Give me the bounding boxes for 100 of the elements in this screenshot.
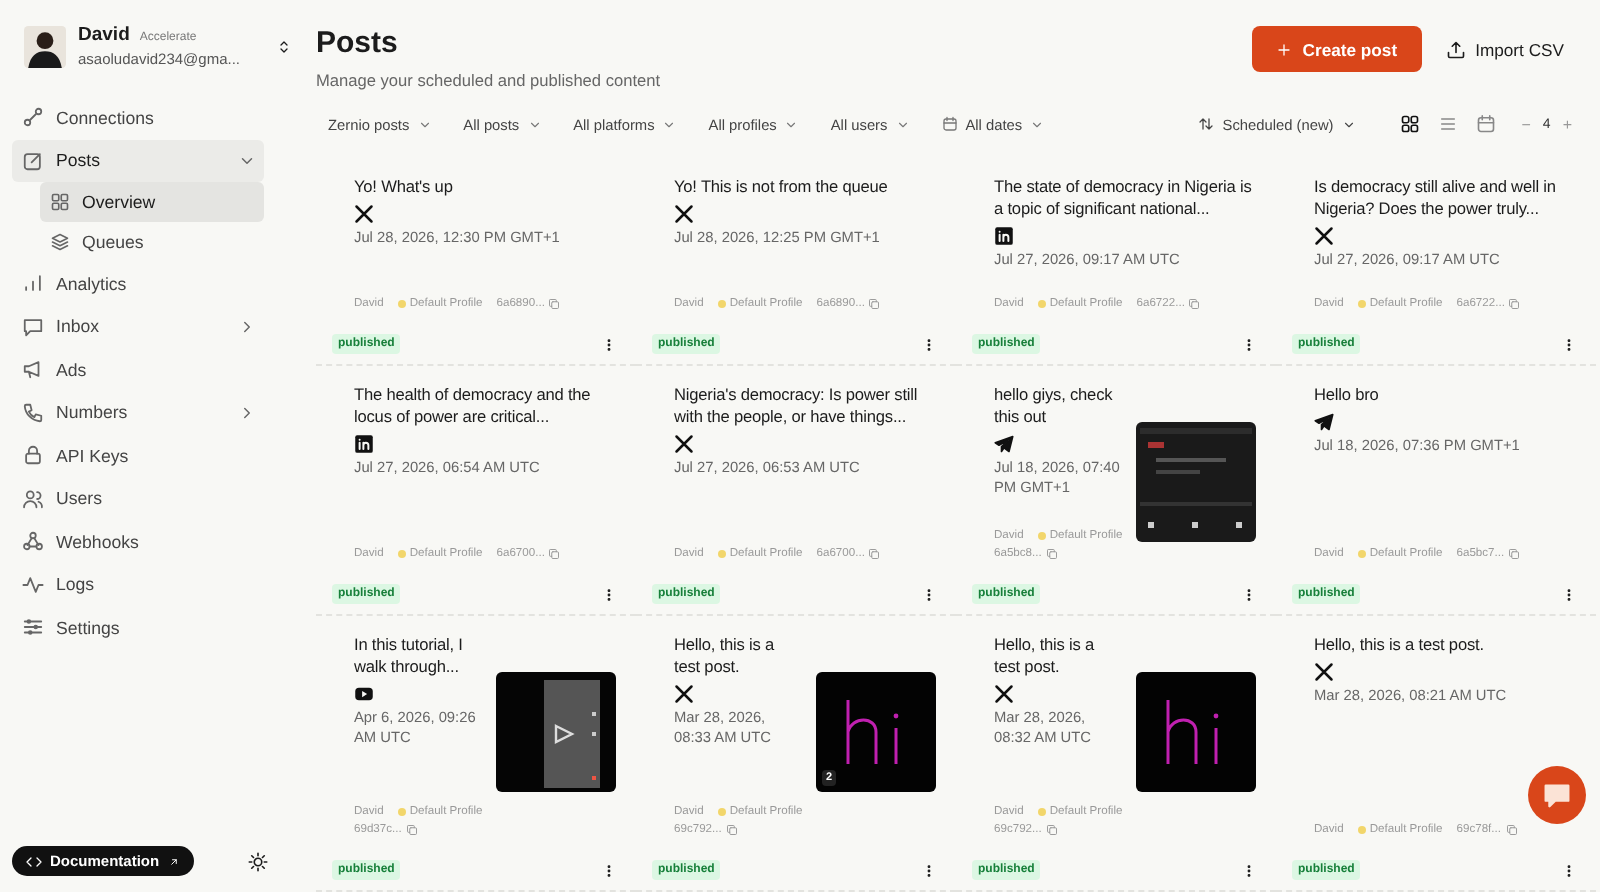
sort-icon	[1198, 116, 1215, 132]
x-logo-icon	[674, 684, 694, 704]
x-logo-icon	[674, 204, 694, 224]
profile-dot-icon	[1357, 826, 1366, 834]
account-name: David	[78, 24, 130, 46]
post-text: In this tutorial, I walk through...	[354, 634, 465, 678]
linkedin-icon	[354, 434, 374, 454]
copy-icon[interactable]	[1508, 298, 1521, 310]
sidebar-item[interactable]: Ads	[12, 348, 264, 391]
link-icon	[22, 106, 44, 129]
plus-icon	[1276, 41, 1293, 57]
x-logo-icon	[674, 434, 694, 454]
list-view-icon	[1437, 114, 1458, 134]
chevron-down-icon	[417, 117, 432, 131]
chevron-updown-icon[interactable]	[276, 37, 292, 55]
copy-icon[interactable]	[1508, 548, 1521, 560]
copy-icon[interactable]	[548, 298, 561, 310]
sidebar-item[interactable]: Connections	[12, 96, 264, 139]
x-logo-icon	[354, 204, 374, 224]
avatar	[24, 25, 66, 67]
profile-dot-icon	[1037, 808, 1046, 816]
x-logo-icon	[1314, 662, 1334, 682]
more-icon[interactable]	[602, 861, 616, 879]
chevron-down-icon	[895, 117, 910, 131]
post-text: hello giys, check this out	[994, 384, 1115, 428]
post-text: Yo! What's up	[354, 176, 455, 198]
page-title: Posts	[316, 26, 400, 60]
activity-icon	[22, 573, 44, 596]
more-icon[interactable]	[602, 335, 616, 353]
sidebar-item[interactable]: Posts	[12, 139, 264, 182]
sun-icon[interactable]	[248, 851, 268, 871]
more-icon[interactable]	[1562, 335, 1576, 353]
profile-dot-icon	[1357, 300, 1366, 308]
more-icon[interactable]	[1562, 861, 1576, 879]
layers-icon	[50, 232, 70, 252]
more-icon[interactable]	[922, 585, 936, 603]
sidebar-item[interactable]: Users	[12, 477, 264, 520]
paper-plane-icon	[1314, 412, 1334, 432]
lock-icon	[22, 444, 44, 467]
profile-dot-icon	[397, 808, 406, 816]
calendar-icon	[941, 116, 958, 132]
sidebar-item[interactable]: Webhooks	[12, 520, 264, 563]
create-post-button[interactable]: Create post	[1252, 26, 1422, 72]
play-button-icon	[354, 684, 374, 704]
profile-dot-icon	[717, 808, 726, 816]
sidebar-item[interactable]: Inbox	[12, 305, 264, 348]
copy-icon[interactable]	[1045, 824, 1058, 836]
chat-icon	[22, 315, 44, 338]
chat-icon	[1542, 780, 1572, 810]
chat-button[interactable]	[1528, 766, 1586, 824]
sidebar-item[interactable]: Numbers	[12, 391, 264, 434]
calendar-view-button[interactable]	[1475, 114, 1496, 134]
bar-chart-icon	[22, 272, 44, 295]
more-icon[interactable]	[602, 585, 616, 603]
more-icon[interactable]	[1242, 585, 1256, 603]
sidebar-item[interactable]: Settings	[12, 606, 264, 649]
more-icon[interactable]	[922, 335, 936, 353]
grid-view-button[interactable]	[1399, 114, 1420, 134]
copy-icon[interactable]	[868, 548, 881, 560]
copy-icon[interactable]	[1045, 548, 1058, 560]
copy-icon[interactable]	[548, 548, 561, 560]
webhook-icon	[22, 530, 44, 553]
sidebar-subitem[interactable]: Overview	[40, 182, 264, 222]
more-icon[interactable]	[1242, 861, 1256, 879]
profile-dot-icon	[1357, 550, 1366, 558]
copy-icon[interactable]	[868, 298, 881, 310]
sidebar-item[interactable]: API Keys	[12, 434, 264, 477]
page-subtitle: Manage your scheduled and published content	[316, 70, 663, 90]
more-icon[interactable]	[922, 861, 936, 879]
more-icon[interactable]	[1562, 585, 1576, 603]
chevron-down-icon	[784, 117, 799, 131]
sidebar-item[interactable]: Logs	[12, 563, 264, 606]
chevron-right-icon	[238, 317, 256, 336]
chevron-down-icon	[1030, 117, 1045, 131]
sidebar-subitem[interactable]: Queues	[40, 222, 264, 262]
copy-icon[interactable]	[725, 824, 738, 836]
grid-icon	[50, 192, 70, 212]
upload-icon	[1445, 39, 1466, 59]
chevron-down-icon	[1341, 117, 1356, 131]
post-text: Yo! This is not from the queue	[674, 176, 890, 198]
more-icon[interactable]	[1242, 335, 1256, 353]
post-text: The state of democracy in Nigeria is a topic of significant national...	[994, 176, 1254, 220]
chevron-down-icon	[527, 117, 542, 131]
phone-icon	[22, 401, 44, 424]
profile-dot-icon	[717, 550, 726, 558]
post-text: Nigeria's democracy: Is power still with the people, or have things...	[674, 384, 920, 428]
profile-dot-icon	[397, 300, 406, 308]
profile-dot-icon	[397, 550, 406, 558]
users-icon	[22, 487, 44, 510]
megaphone-icon	[22, 358, 44, 381]
calendar-view-icon	[1475, 114, 1496, 134]
copy-icon[interactable]	[405, 824, 418, 836]
chevron-down-icon	[662, 117, 677, 131]
copy-icon[interactable]	[1188, 298, 1201, 310]
edit-icon	[22, 149, 44, 172]
sidebar-item[interactable]: Analytics	[12, 262, 264, 305]
post-text: Hello bro	[1314, 384, 1381, 406]
copy-icon[interactable]	[1505, 824, 1517, 836]
import-csv-button[interactable]: Import CSV	[1433, 26, 1576, 72]
post-text: The health of democracy and the locus of power are critical...	[354, 384, 593, 428]
